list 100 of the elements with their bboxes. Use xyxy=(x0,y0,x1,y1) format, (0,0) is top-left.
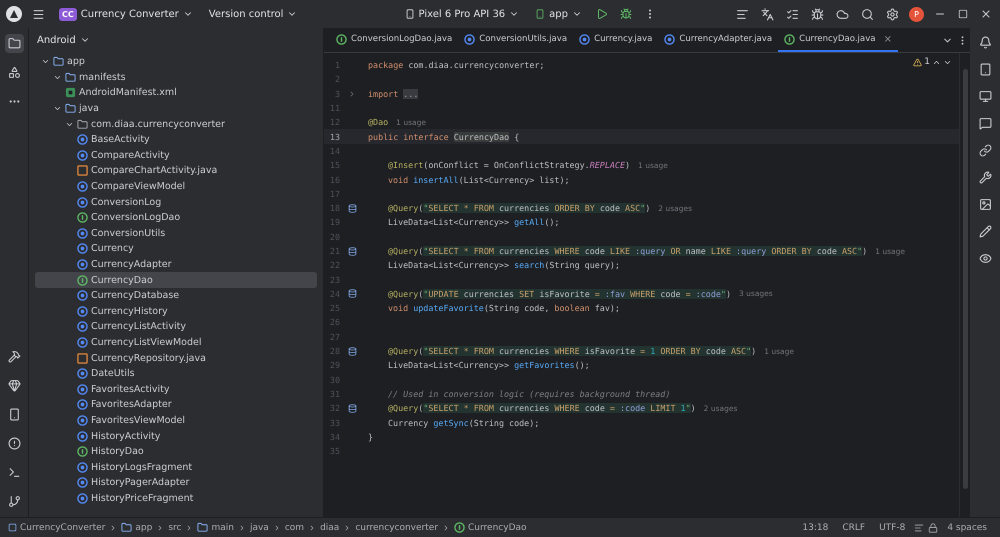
class-icon xyxy=(77,243,88,254)
tree-item[interactable]: HistoryActivity xyxy=(35,428,317,444)
class-icon xyxy=(77,228,88,239)
tree-item[interactable]: CurrencyHistory xyxy=(35,304,317,320)
device-dropdown[interactable]: Pixel 6 Pro API 36 xyxy=(400,6,524,22)
tree-item[interactable]: DateUtils xyxy=(35,366,317,382)
interface-icon xyxy=(784,34,796,44)
class-icon xyxy=(77,321,88,332)
breadcrumb[interactable]: currencyconverter xyxy=(355,522,438,532)
project-dropdown[interactable]: CC Currency Converter xyxy=(55,6,197,22)
tree-item[interactable]: CompareChartActivity.java xyxy=(35,163,317,179)
class-icon xyxy=(464,34,476,44)
tree-item[interactable]: HistoryDao xyxy=(35,444,317,460)
class-icon xyxy=(77,430,88,442)
class-icon xyxy=(664,34,676,44)
editor-tab[interactable]: ConversionUtils.java xyxy=(458,28,574,52)
database-icon[interactable] xyxy=(348,204,356,213)
class-icon xyxy=(77,259,88,270)
breadcrumb[interactable]: main xyxy=(197,522,234,533)
tree-item[interactable]: Currency xyxy=(35,241,317,257)
maximize-icon[interactable] xyxy=(956,7,970,21)
tree-item[interactable]: HistoryPriceFragment xyxy=(35,490,317,506)
close-tab-icon[interactable]: × xyxy=(884,34,892,44)
line-separator[interactable]: CRLF xyxy=(837,522,870,532)
code-line: @Query("UPDATE currencies SET isFavorite = :fav WHERE code = :code") xyxy=(388,288,731,299)
translate-icon[interactable] xyxy=(759,6,776,22)
breadcrumb[interactable]: CurrencyDao xyxy=(454,522,527,533)
interface-icon xyxy=(336,34,347,44)
code-line: @Query("SELECT * FROM currencies WHERE code LIKE :query OR name LIKE :query ORDER BY code ASC") xyxy=(388,246,868,256)
code-line: LiveData<List<Currency>> getFavorites(); xyxy=(388,360,590,370)
tree-item[interactable]: ConversionLog xyxy=(35,194,317,210)
cursor-position[interactable]: 13:18 xyxy=(797,522,834,532)
tree-item[interactable]: FavoritesViewModel xyxy=(35,412,317,428)
tree-item[interactable]: CurrencyListViewModel xyxy=(35,334,317,350)
code-line: @Dao xyxy=(368,117,388,128)
code-line: public interface CurrencyDao { xyxy=(368,132,520,142)
tree-item[interactable]: CurrencyListActivity xyxy=(35,319,317,335)
class-icon xyxy=(77,196,88,208)
breadcrumb[interactable]: CurrencyConverter xyxy=(8,522,106,532)
app-logo-icon[interactable] xyxy=(6,6,22,22)
class-icon xyxy=(77,181,88,192)
tree-item[interactable]: BaseActivity xyxy=(35,132,317,148)
tree-item[interactable]: CompareViewModel xyxy=(35,178,317,194)
warning-icon[interactable] xyxy=(913,58,922,66)
tree-item[interactable]: com.diaa.currencyconverter xyxy=(35,116,317,132)
code-line: void insertAll(List<Currency> list); xyxy=(388,174,570,185)
fold-icon[interactable] xyxy=(348,90,356,98)
scrollbar[interactable] xyxy=(962,69,968,489)
breadcrumb[interactable]: diaa xyxy=(320,522,340,532)
wrench-icon[interactable] xyxy=(976,169,994,186)
format-icon[interactable] xyxy=(914,522,924,532)
tree-item[interactable]: AndroidManifest.xml xyxy=(35,85,317,101)
tree-item[interactable]: HistoryLogsFragment xyxy=(35,459,317,476)
tree-item[interactable]: CurrencyAdapter xyxy=(35,256,317,272)
project-icon xyxy=(8,523,17,532)
monitor-icon[interactable] xyxy=(976,88,994,105)
code-line: @Query("SELECT * FROM currencies ORDER BY code ASC") xyxy=(388,203,650,214)
bug-icon[interactable] xyxy=(809,6,826,22)
tree-item[interactable]: ConversionLogDao xyxy=(35,210,317,226)
tree-item[interactable]: ConversionUtils xyxy=(35,226,317,242)
message-icon[interactable] xyxy=(976,115,994,132)
breadcrumb[interactable]: java xyxy=(250,522,269,532)
java-file-icon xyxy=(77,165,88,176)
avatar[interactable]: P xyxy=(909,6,924,22)
pencil-icon[interactable] xyxy=(976,223,994,240)
lock-icon[interactable] xyxy=(928,522,938,532)
code-line: void updateFavorite(String code, boolean fav); xyxy=(388,303,620,314)
breadcrumb[interactable]: com xyxy=(284,522,304,532)
warning-count[interactable]: 1 xyxy=(924,57,930,67)
tree-item[interactable]: java xyxy=(35,100,317,116)
database-icon[interactable] xyxy=(348,404,356,413)
editor-tab[interactable]: ConversionLogDao.java xyxy=(330,28,458,52)
link-icon[interactable] xyxy=(976,142,994,159)
editor-tab[interactable]: CurrencyDao.java × xyxy=(778,28,898,52)
indent-setting[interactable]: 4 spaces xyxy=(942,522,992,532)
tree-item[interactable]: CurrencyDatabase xyxy=(35,288,317,304)
tree-item[interactable]: CurrencyRepository.java xyxy=(35,350,317,366)
encoding[interactable]: UTF-8 xyxy=(874,522,910,532)
smartphone-icon xyxy=(535,9,546,19)
tree-item[interactable]: CurrencyDao xyxy=(35,272,317,288)
run-config-dropdown[interactable]: app xyxy=(531,6,586,22)
tree-item[interactable]: HistoryPagerAdapter xyxy=(35,475,317,491)
settings-icon[interactable] xyxy=(884,6,901,22)
line-number: 13 xyxy=(328,132,340,142)
debug-icon[interactable] xyxy=(618,6,634,22)
tree-item[interactable]: manifests xyxy=(35,70,317,86)
project-view-dropdown[interactable]: Android xyxy=(33,32,94,48)
tree-item[interactable]: FavoritesActivity xyxy=(35,381,317,398)
editor-tab[interactable]: Currency.java xyxy=(573,28,658,52)
tree-item[interactable]: app xyxy=(35,54,317,70)
tree-item[interactable]: CompareActivity xyxy=(35,148,317,164)
editor-tab[interactable]: CurrencyAdapter.java xyxy=(658,28,778,52)
tree-item[interactable]: FavoritesAdapter xyxy=(35,397,317,413)
breadcrumb[interactable]: src xyxy=(168,522,182,532)
database-icon[interactable] xyxy=(348,289,356,298)
database-icon[interactable] xyxy=(348,246,356,256)
breadcrumb[interactable]: app xyxy=(121,522,152,533)
version-control-dropdown[interactable]: Version control xyxy=(204,6,302,22)
folder-icon[interactable] xyxy=(4,34,24,53)
database-icon[interactable] xyxy=(348,346,356,356)
